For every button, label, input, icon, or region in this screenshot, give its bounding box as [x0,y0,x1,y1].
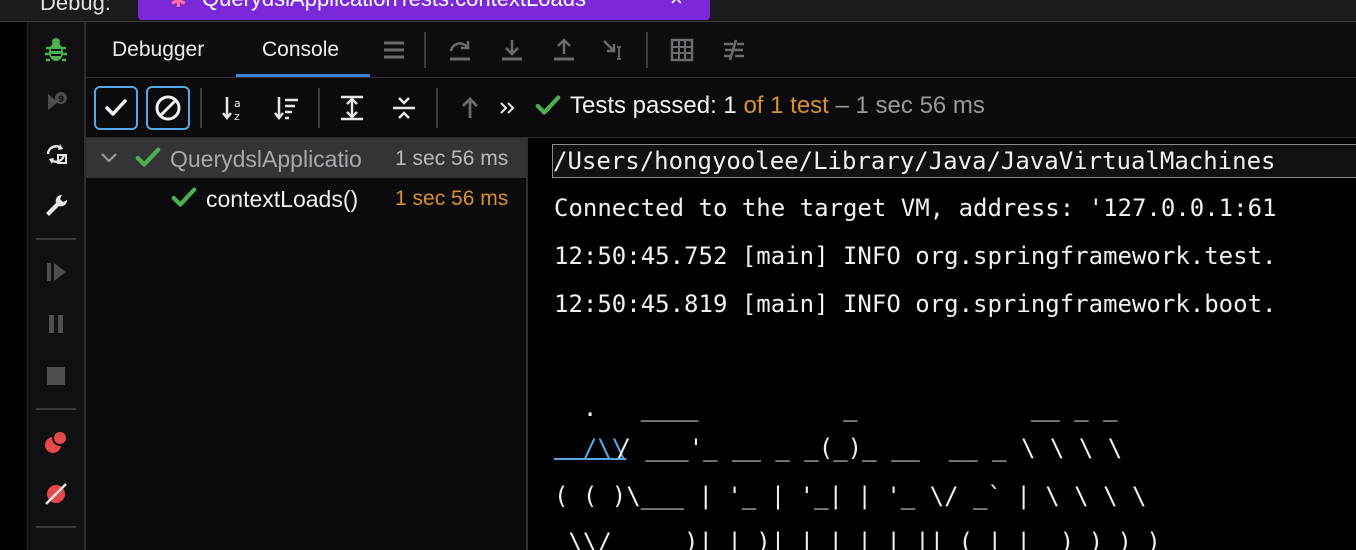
trace-icon[interactable] [720,36,748,64]
step-out-icon[interactable] [550,36,578,64]
tree-row-root[interactable]: QuerydslApplicatio 1 sec 56 ms [86,138,526,178]
duration: – 1 sec 56 ms [835,92,985,119]
menu-lines-icon[interactable] [380,36,408,64]
view-breakpoints-icon[interactable] [40,426,72,458]
test-runner-toolbar: az Tests passed: 1 of 1 test – 1 sec 56 … [86,78,1356,138]
active-tab-indicator [236,74,370,77]
console-line: \\/ ___)| |_)| | | | | || (_| | ) ) ) ) [554,528,1161,550]
svg-text:9: 9 [58,95,64,105]
debug-label: Debug: [40,0,111,15]
test-class-name: QuerydslApplicatio [170,146,362,172]
tool-window-gutter [0,22,28,550]
step-over-icon[interactable] [446,36,474,64]
show-ignored-toggle[interactable] [146,86,190,130]
pause-icon[interactable] [40,308,72,340]
run-config-tab[interactable]: ✱ QuerydslApplicationTests.contextLoads … [138,0,710,20]
header-separator [646,32,648,68]
sort-alphabetically-icon[interactable]: az [212,86,256,130]
console-line: 12:50:45.752 [main] INFO org.springframe… [554,242,1277,270]
restart-icon[interactable] [40,138,72,170]
tree-row-test[interactable]: contextLoads() 1 sec 56 ms [86,178,526,218]
expand-all-icon[interactable] [330,86,374,130]
more-actions-icon[interactable] [486,86,530,130]
evaluate-expression-icon[interactable] [668,36,696,64]
test-method-name: contextLoads() [206,186,359,212]
debug-side-toolbar: 9 [0,22,86,550]
debug-tabs-header: Debugger Console [86,22,1356,78]
run-to-cursor-icon[interactable] [600,36,628,64]
console-line: ( ( )\___ | '_ | '_| | '_ \/ _` | \ \ \ … [554,482,1147,510]
success-check-icon [535,95,561,115]
mute-breakpoints-icon[interactable] [40,478,72,510]
console-line: /Users/hongyoolee/Library/Java/JavaVirtu… [552,144,1356,178]
rerun-icon[interactable]: 9 [40,86,72,118]
runner-separator [436,88,438,128]
test-method-time: 1 sec 56 ms [395,187,509,210]
console-line: . ____ _ __ _ _ [554,394,1118,422]
svg-text:z: z [234,110,240,123]
close-tab-icon[interactable]: × [670,0,683,12]
toolbar-separator [36,238,76,240]
header-separator [424,32,426,68]
runner-separator [200,88,202,128]
resume-icon[interactable] [40,256,72,288]
step-into-icon[interactable] [498,36,526,64]
toolbar-separator [36,408,76,410]
console-line: Connected to the target VM, address: '12… [554,194,1277,222]
console-line: 12:50:45.819 [main] INFO org.springframe… [554,290,1277,318]
tab-console[interactable]: Console [262,38,339,62]
test-config-icon: ✱ [170,0,187,12]
passed-check-icon [171,187,197,207]
bug-icon[interactable] [40,34,72,66]
passed-count: 1 [723,92,737,119]
total-count: of 1 test [743,92,829,119]
run-config-tab-title: QuerydslApplicationTests.contextLoads [202,0,586,12]
runner-separator [318,88,320,128]
status-prefix: Tests passed: [570,92,717,119]
wrench-icon[interactable] [40,190,72,222]
collapse-all-icon[interactable] [382,86,426,130]
test-status: Tests passed: 1 of 1 test – 1 sec 56 ms [534,92,985,120]
console-line: / ___'_ __ _ _(_)_ __ __ _ \ \ \ \ [602,434,1123,462]
stop-icon[interactable] [40,360,72,392]
debug-tool-window-header: Debug: ✱ QuerydslApplicationTests.contex… [0,0,1356,22]
passed-check-icon [135,147,161,167]
toolbar-separator [36,526,76,528]
show-passed-toggle[interactable] [94,86,138,130]
test-tree: QuerydslApplicatio 1 sec 56 ms contextLo… [86,138,526,550]
sort-by-duration-icon[interactable] [264,86,308,130]
console-output[interactable]: /Users/hongyoolee/Library/Java/JavaVirtu… [528,138,1356,550]
tab-debugger[interactable]: Debugger [112,38,204,62]
svg-text:a: a [234,97,241,110]
chevron-down-icon[interactable] [98,147,120,169]
test-class-time: 1 sec 56 ms [395,147,509,170]
